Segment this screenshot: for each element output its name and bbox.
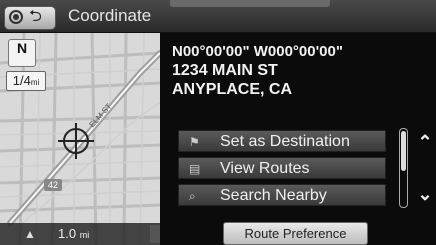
scrollbar[interactable] (399, 128, 408, 208)
crosshair-icon (58, 123, 94, 159)
footer-distance-unit: mi (79, 230, 90, 240)
coordinates-text: N00°00'00" W000°00'00" (172, 43, 343, 60)
road-marker: 42 (44, 179, 62, 191)
option-label: Search Nearby (220, 187, 327, 204)
address-street: 1234 MAIN ST (172, 62, 278, 79)
north-up-compass[interactable]: N (8, 39, 36, 67)
flag-icon: ⚑ (189, 135, 200, 149)
search-nearby-button[interactable]: ⌕ Search Nearby (178, 184, 386, 206)
search-icon: ⌕ (189, 189, 196, 203)
back-arrow-icon: ⮌ (29, 8, 42, 25)
view-routes-button[interactable]: ▤ View Routes (178, 157, 386, 179)
home-back-button[interactable]: ⮌ (4, 6, 56, 30)
address-city: ANYPLACE, CA (172, 81, 293, 98)
option-label: View Routes (220, 160, 310, 177)
navigation-screen: ⮌ Coordinate ELM ST 42 N 1/4mi ▲ 1.0 mi … (0, 0, 436, 245)
scale-unit: mi (30, 78, 40, 87)
option-label: Set as Destination (220, 133, 350, 150)
set-destination-button[interactable]: ⚑ Set as Destination (178, 130, 386, 152)
scroll-up-chevron-icon[interactable]: ⌃ (416, 132, 434, 152)
footer-distance-value: 1.0 (58, 226, 77, 241)
footer-tab (150, 225, 160, 243)
triangle-icon: ▲ (24, 227, 36, 241)
map-view[interactable]: ELM ST 42 N 1/4mi ▲ 1.0 mi (0, 33, 160, 245)
scale-value: 1/4 (12, 73, 31, 88)
routes-icon: ▤ (189, 162, 201, 176)
route-preference-button[interactable]: Route Preference (223, 222, 368, 245)
map-scale[interactable]: 1/4mi (6, 71, 46, 91)
header-bar: ⮌ Coordinate (0, 0, 436, 33)
page-title: Coordinate (68, 6, 152, 25)
home-icon (9, 10, 23, 24)
compass-north-icon: N (16, 40, 28, 56)
map-footer: ▲ 1.0 mi (0, 223, 160, 245)
scroll-thumb[interactable] (401, 131, 406, 171)
footer-distance: 1.0 mi (58, 226, 89, 241)
scroll-down-chevron-icon[interactable]: ⌄ (416, 184, 434, 204)
location-info: N00°00'00" W000°00'00" 1234 MAIN ST ANYP… (172, 42, 343, 99)
header-tab (170, 0, 330, 7)
